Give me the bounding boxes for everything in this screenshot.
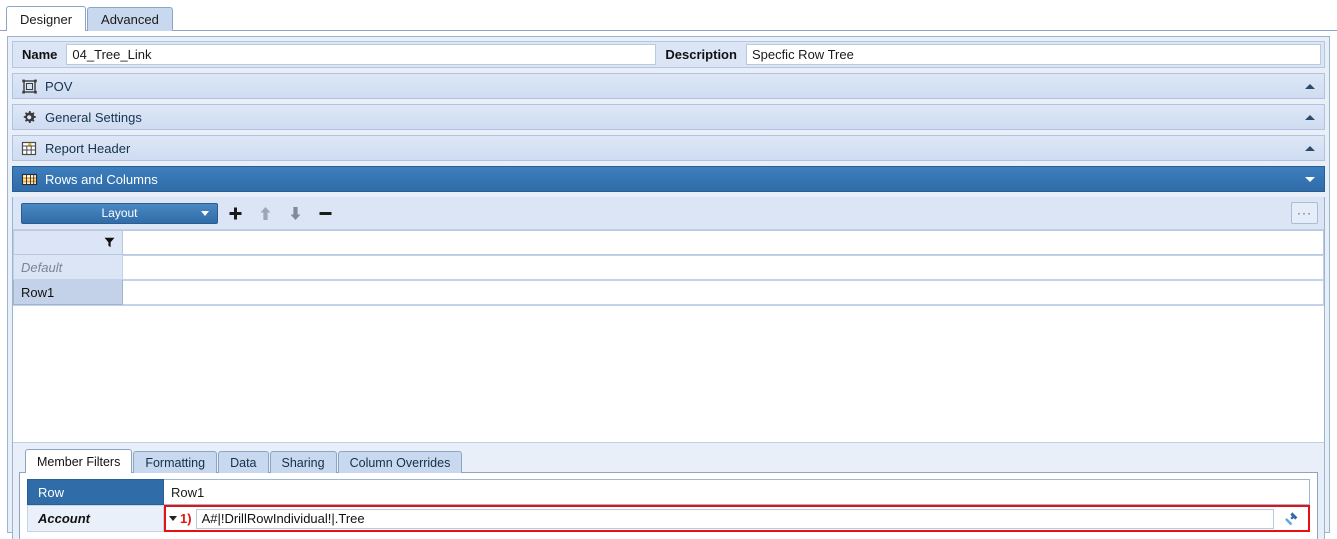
tab-data-label: Data	[230, 455, 257, 470]
description-input[interactable]: Specfic Row Tree	[745, 44, 1321, 65]
report-header-icon	[21, 141, 37, 155]
section-title-pov: POV	[45, 78, 73, 94]
move-up-button[interactable]	[252, 201, 278, 225]
chevron-down-icon[interactable]	[1305, 176, 1315, 182]
section-title-report-header: Report Header	[45, 140, 131, 156]
grid-header-rest	[123, 230, 1324, 255]
remove-row-button[interactable]	[312, 201, 338, 225]
gear-icon	[23, 110, 36, 123]
bottom-tab-strip: Member Filters Formatting Data Sharing C…	[19, 448, 1318, 474]
chevron-down-icon[interactable]	[169, 516, 177, 521]
tab-sharing-label: Sharing	[281, 455, 325, 470]
layout-dropdown[interactable]: Layout	[21, 202, 218, 224]
tab-designer-label: Designer	[20, 11, 73, 27]
name-input-value: 04_Tree_Link	[72, 47, 152, 62]
rows-columns-icon	[21, 173, 38, 185]
rows-grid: Default Row1	[13, 230, 1324, 442]
grid-row-label-text: Default	[21, 259, 63, 275]
account-field-group: Account 1) A#|!DrillRowIndividual!|.Tree	[27, 505, 1310, 532]
grid-filter-cell[interactable]	[13, 230, 123, 255]
tab-column-overrides[interactable]: Column Overrides	[337, 451, 463, 473]
account-field-label: Account	[27, 505, 164, 532]
name-input[interactable]: 04_Tree_Link	[66, 44, 657, 65]
grid-header-row	[13, 230, 1324, 255]
table-row[interactable]: Row1	[13, 280, 1324, 305]
account-field-label-text: Account	[38, 511, 90, 526]
arrow-down-icon	[290, 206, 300, 220]
account-formula-area: 1) A#|!DrillRowIndividual!|.Tree	[164, 505, 1310, 532]
chevron-up-icon[interactable]	[1305, 83, 1315, 89]
chevron-up-icon[interactable]	[1305, 114, 1315, 120]
more-options-button[interactable]: ···	[1291, 202, 1318, 224]
name-label: Name	[22, 47, 58, 62]
tab-formatting-label: Formatting	[145, 455, 206, 470]
tab-data[interactable]: Data	[218, 451, 269, 473]
member-filters-body: Row Row1 Account 1) A#|!DrillRowIndividu…	[19, 473, 1318, 539]
description-label: Description	[665, 47, 737, 62]
row-field-group: Row Row1	[27, 479, 1310, 505]
tab-advanced-label: Advanced	[101, 12, 159, 27]
member-selector-button[interactable]	[1276, 508, 1306, 530]
layout-dropdown-label: Layout	[101, 206, 138, 220]
section-header-pov[interactable]: POV	[12, 73, 1325, 99]
tab-column-overrides-label: Column Overrides	[349, 455, 451, 470]
section-title-general-settings: General Settings	[45, 109, 142, 125]
section-header-report-header[interactable]: Report Header	[12, 135, 1325, 161]
tab-formatting[interactable]: Formatting	[133, 451, 218, 473]
member-filters-panel: Member Filters Formatting Data Sharing C…	[13, 442, 1324, 539]
top-tab-strip: Designer Advanced	[0, 0, 1337, 32]
row-field-label-text: Row	[38, 484, 65, 500]
row-field-value: Row1	[171, 484, 205, 500]
move-down-button[interactable]	[282, 201, 308, 225]
add-row-button[interactable]	[222, 201, 248, 225]
arrow-up-icon	[260, 206, 270, 220]
ellipsis-icon: ···	[1297, 206, 1312, 220]
account-formula-input[interactable]: A#|!DrillRowIndividual!|.Tree	[195, 508, 1274, 529]
account-formula-value: A#|!DrillRowIndividual!|.Tree	[201, 511, 365, 526]
hammer-icon	[1285, 511, 1298, 525]
section-title-rows-and-columns: Rows and Columns	[45, 171, 158, 187]
name-description-bar: Name 04_Tree_Link Description Specfic Ro…	[12, 41, 1325, 68]
row-field-input[interactable]: Row1	[164, 479, 1310, 505]
minus-icon	[319, 211, 331, 215]
grid-row-label-default[interactable]: Default	[13, 255, 123, 280]
tab-designer[interactable]: Designer	[6, 6, 87, 32]
grid-row-label-text: Row1	[21, 284, 55, 300]
table-row[interactable]: Default	[13, 255, 1324, 280]
tab-member-filters[interactable]: Member Filters	[25, 449, 133, 474]
tab-advanced[interactable]: Advanced	[87, 7, 173, 31]
tab-member-filters-label: Member Filters	[37, 454, 121, 469]
grid-row-rest[interactable]	[123, 255, 1324, 280]
plus-icon	[229, 207, 241, 219]
annotation-marker-1: 1)	[180, 511, 192, 526]
row-field-label: Row	[27, 479, 164, 505]
description-input-value: Specfic Row Tree	[751, 47, 854, 62]
grid-empty-area	[13, 305, 1324, 306]
chevron-up-icon[interactable]	[1305, 145, 1315, 151]
chevron-down-icon	[201, 210, 209, 216]
pov-icon	[22, 79, 37, 93]
rows-and-columns-body: Layout ··· Default Row1 Member Filters F…	[12, 197, 1325, 539]
grid-row-rest[interactable]	[123, 280, 1324, 305]
rows-columns-toolbar: Layout ···	[13, 197, 1324, 230]
designer-frame: Name 04_Tree_Link Description Specfic Ro…	[7, 36, 1330, 539]
section-header-general-settings[interactable]: General Settings	[12, 104, 1325, 130]
filter-icon	[104, 237, 115, 248]
tab-sharing[interactable]: Sharing	[269, 451, 337, 473]
section-header-rows-and-columns[interactable]: Rows and Columns	[12, 166, 1325, 192]
grid-row-label-row1[interactable]: Row1	[13, 280, 123, 305]
